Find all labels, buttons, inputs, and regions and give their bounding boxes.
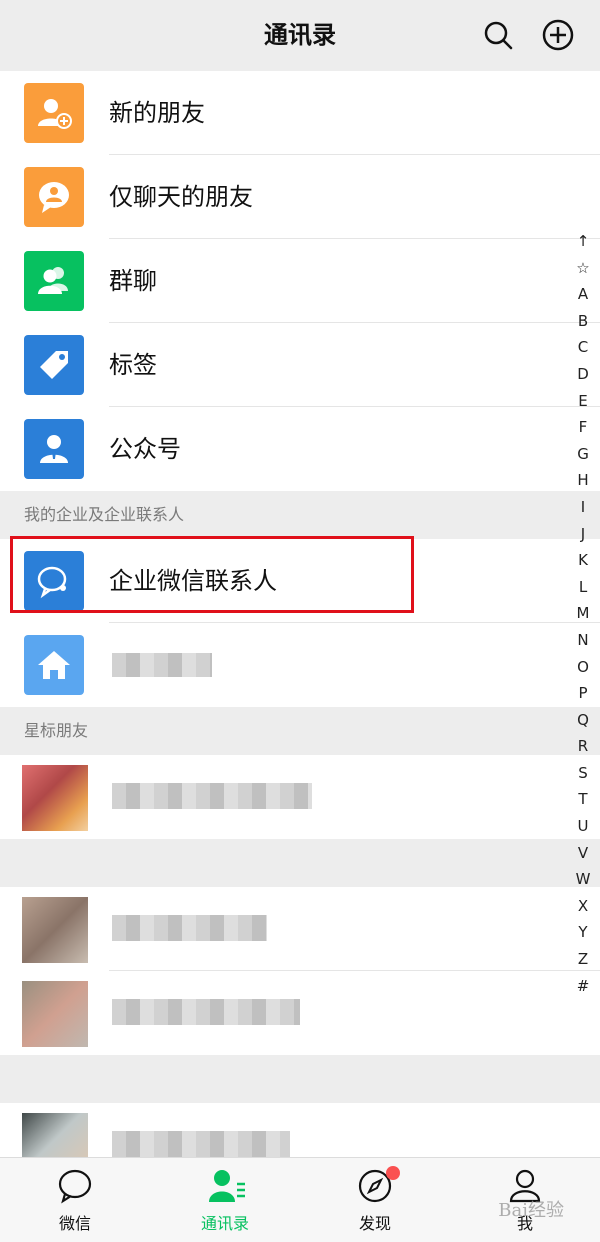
blurred-name (112, 653, 212, 677)
index-letter[interactable]: D (572, 361, 594, 388)
starred-section-header: 星标朋友 (0, 707, 600, 755)
group-chat-icon (24, 251, 84, 311)
enterprise-contact-row[interactable] (0, 623, 600, 707)
search-button[interactable] (480, 17, 516, 53)
home-icon (24, 635, 84, 695)
official-account-icon (24, 419, 84, 479)
notification-badge (386, 1166, 400, 1180)
chat-only-icon (24, 167, 84, 227)
tags-row[interactable]: 标签 (0, 323, 600, 407)
index-letter[interactable]: J (572, 521, 594, 548)
index-letter[interactable]: P (572, 680, 594, 707)
tag-icon (24, 335, 84, 395)
index-letter[interactable]: U (572, 813, 594, 840)
wecom-contacts-row[interactable]: 企业微信联系人 (0, 539, 600, 623)
contacts-icon (209, 1170, 245, 1202)
enterprise-section-header: 我的企业及企业联系人 (0, 491, 600, 539)
tab-chats[interactable]: 微信 (0, 1158, 150, 1242)
search-icon (484, 21, 513, 50)
index-letter[interactable]: A (572, 281, 594, 308)
index-letter[interactable]: E (572, 388, 594, 415)
row-label: 公众号 (109, 435, 181, 463)
index-letter[interactable]: T (572, 786, 594, 813)
chat-only-friends-row[interactable]: 仅聊天的朋友 (0, 155, 600, 239)
index-letter[interactable]: N (572, 627, 594, 654)
new-friends-row[interactable]: 新的朋友 (0, 71, 600, 155)
index-letter[interactable]: M (572, 600, 594, 627)
tab-label: 通讯录 (200, 1214, 249, 1233)
contact-row[interactable] (0, 755, 600, 839)
tab-label: 发现 (358, 1214, 391, 1233)
plus-circle-icon (542, 19, 574, 51)
add-button[interactable] (540, 17, 576, 53)
index-letter[interactable]: X (572, 893, 594, 920)
index-letter[interactable]: W (572, 866, 594, 893)
add-friend-icon (24, 83, 84, 143)
index-letter[interactable]: ☆ (572, 255, 594, 282)
index-letter[interactable]: # (572, 973, 594, 1000)
contact-row[interactable] (0, 887, 600, 971)
row-label: 企业微信联系人 (109, 567, 277, 595)
index-letter[interactable]: Q (572, 707, 594, 734)
index-letter[interactable]: B (572, 308, 594, 335)
index-letter[interactable]: O (572, 654, 594, 681)
group-chats-row[interactable]: 群聊 (0, 239, 600, 323)
index-letter[interactable]: L (572, 574, 594, 601)
alphabet-index[interactable]: ↑ ☆ A B C D E F G H I J K L M N O P Q R S T U V W X Y Z # (572, 228, 594, 999)
index-letter[interactable]: S (572, 760, 594, 787)
index-letter[interactable]: R (572, 733, 594, 760)
blurred-name (112, 999, 300, 1025)
wecom-icon (24, 551, 84, 611)
avatar (22, 897, 88, 963)
tab-discover[interactable]: 发现 (300, 1158, 450, 1242)
index-letter[interactable]: C (572, 334, 594, 361)
row-label: 标签 (109, 351, 157, 379)
watermark: Bai经验 (498, 1200, 564, 1221)
index-letter[interactable]: I (572, 494, 594, 521)
index-letter[interactable]: V (572, 840, 594, 867)
blurred-name (112, 783, 312, 809)
contact-list: 新的朋友 仅聊天的朋友 群聊 标签 公众号 我的企业及企业联系人 企业微信联系人… (0, 71, 600, 1187)
official-accounts-row[interactable]: 公众号 (0, 407, 600, 491)
index-letter[interactable]: H (572, 467, 594, 494)
avatar (22, 981, 88, 1047)
index-letter[interactable]: G (572, 441, 594, 468)
tab-contacts[interactable]: 通讯录 (150, 1158, 300, 1242)
blurred-name (112, 1131, 290, 1157)
index-letter[interactable]: K (572, 547, 594, 574)
tab-bar: 微信 通讯录 发现 我 Bai经验 (0, 1157, 600, 1242)
row-label: 仅聊天的朋友 (109, 183, 253, 211)
contact-row[interactable] (0, 971, 600, 1055)
index-letter[interactable]: F (572, 414, 594, 441)
index-letter[interactable]: ↑ (572, 228, 594, 255)
letter-section-header (0, 839, 600, 887)
index-letter[interactable]: Y (572, 919, 594, 946)
tab-label: 微信 (58, 1214, 91, 1233)
row-label: 新的朋友 (109, 99, 205, 127)
chat-bubble-icon (58, 1169, 92, 1204)
letter-section-header (0, 1055, 600, 1103)
row-label: 群聊 (109, 267, 157, 295)
top-bar: 通讯录 (0, 0, 600, 71)
blurred-name (112, 915, 267, 941)
avatar (22, 765, 88, 831)
index-letter[interactable]: Z (572, 946, 594, 973)
